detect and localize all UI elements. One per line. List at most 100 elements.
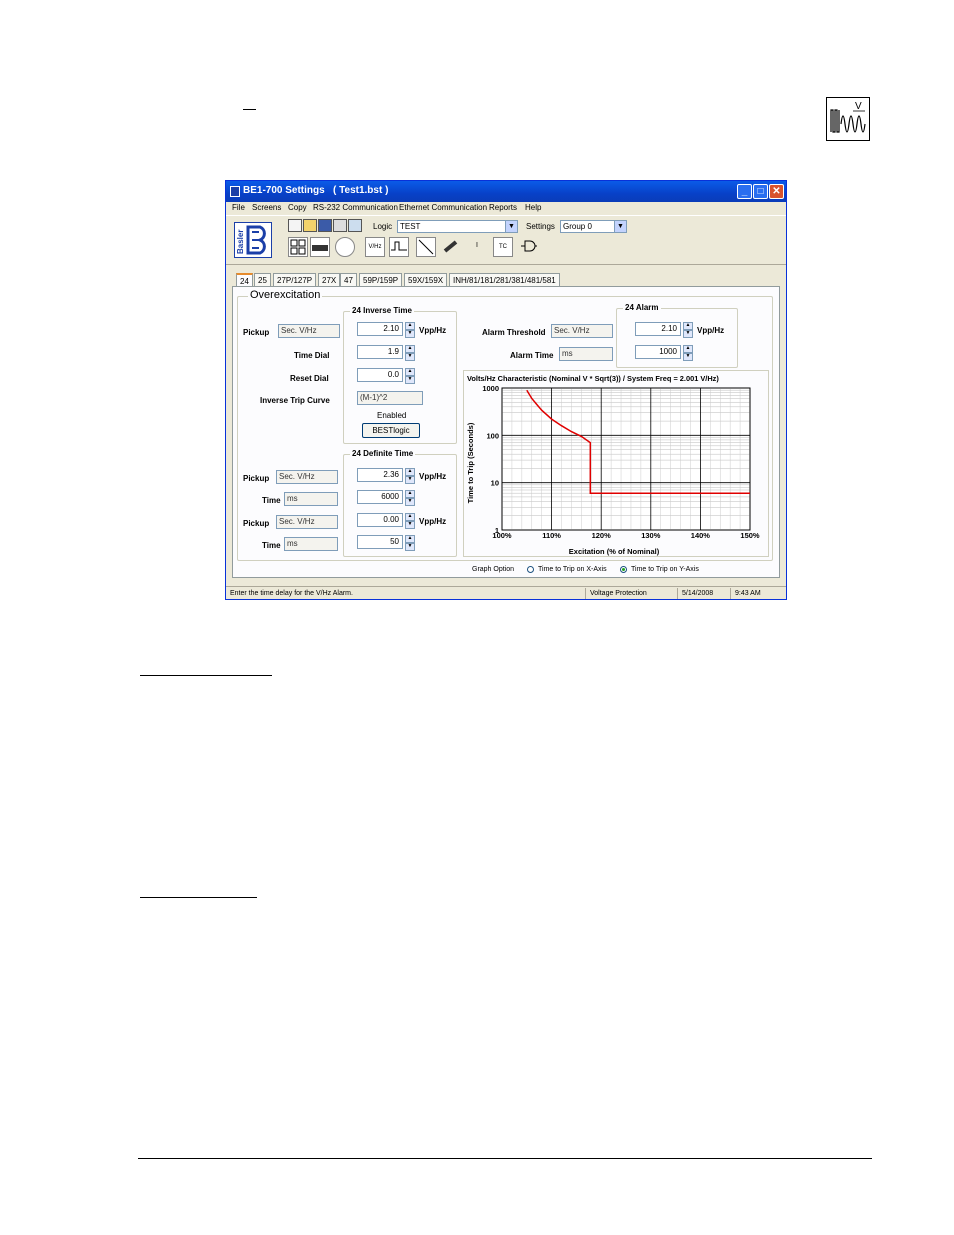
logo-text: Basler bbox=[236, 230, 245, 254]
radio-trip-y-axis-label[interactable]: Time to Trip on Y-Axis bbox=[631, 566, 699, 573]
time-dial-value[interactable]: 1.9 bbox=[357, 345, 403, 359]
logic-select[interactable]: TEST ▼ bbox=[397, 220, 518, 233]
definite-pickup2-spinner[interactable]: ▲ ▼ bbox=[405, 513, 415, 529]
bestlogic-button[interactable]: BESTlogic bbox=[362, 423, 420, 438]
print-preview-icon[interactable] bbox=[348, 219, 362, 232]
x-tick-label: 140% bbox=[691, 531, 711, 540]
volts-per-hertz-icon: V bbox=[826, 97, 870, 141]
tab-27p-127p[interactable]: 27P/127P bbox=[273, 273, 317, 287]
time-dial-spinner[interactable]: ▲ ▼ bbox=[405, 345, 415, 361]
breaker-plug-icon[interactable] bbox=[441, 237, 461, 257]
definite-pickup1-spinner[interactable]: ▲ ▼ bbox=[405, 468, 415, 484]
status-bar: Enter the time delay for the V/Hz Alarm.… bbox=[226, 586, 786, 600]
menu-ethernet[interactable]: Ethernet Communication bbox=[399, 203, 487, 212]
tab-24[interactable]: 24 bbox=[236, 273, 253, 287]
alarm-threshold-label: Alarm Threshold bbox=[482, 328, 546, 337]
alarm-time-unit[interactable]: ms bbox=[559, 347, 613, 361]
definite-time1-unit[interactable]: ms bbox=[284, 492, 338, 506]
definite-pickup2-unit[interactable]: Sec. V/Hz bbox=[276, 515, 338, 529]
trip-close-icon[interactable]: TC bbox=[493, 237, 513, 257]
vhz-protection-icon[interactable]: V/Hz bbox=[365, 237, 385, 257]
tab-inh-81[interactable]: INH/81/181/281/381/481/581 bbox=[449, 273, 560, 287]
x-tick-label: 150% bbox=[740, 531, 760, 540]
definite-time2-spinner[interactable]: ▲ ▼ bbox=[405, 535, 415, 551]
open-folder-icon[interactable] bbox=[303, 219, 317, 232]
definite-time1-value[interactable]: 6000 bbox=[357, 490, 403, 504]
alarm-threshold-unit[interactable]: Sec. V/Hz bbox=[551, 324, 613, 338]
chart-svg: Volts/Hz Characteristic (Nominal V * Sqr… bbox=[466, 374, 760, 556]
settings-group-select[interactable]: Group 0 ▼ bbox=[560, 220, 627, 233]
definite-time2-unit[interactable]: ms bbox=[284, 537, 338, 551]
chevron-down-icon[interactable]: ▼ bbox=[614, 221, 626, 232]
logic-gate-icon[interactable] bbox=[518, 237, 538, 257]
tab-59x-159x[interactable]: 59X/159X bbox=[404, 273, 448, 287]
status-hint: Enter the time delay for the V/Hz Alarm. bbox=[230, 590, 353, 597]
x-tick-label: 130% bbox=[641, 531, 661, 540]
reset-dial-value[interactable]: 0.0 bbox=[357, 368, 403, 382]
definite-pickup1-unit[interactable]: Sec. V/Hz bbox=[276, 470, 338, 484]
inverse-pickup-spinner[interactable]: ▲ ▼ bbox=[405, 322, 415, 338]
time-dial-label: Time Dial bbox=[294, 351, 330, 360]
print-icon[interactable] bbox=[333, 219, 347, 232]
inverse-group-title: 24 Inverse Time bbox=[350, 306, 414, 315]
alarm-threshold-spinner[interactable]: ▲ ▼ bbox=[683, 322, 693, 338]
alarm-threshold-value-unit: Vpp/Hz bbox=[697, 326, 725, 335]
vhz-chart: Volts/Hz Characteristic (Nominal V * Sqr… bbox=[463, 370, 769, 557]
tab-25[interactable]: 25 bbox=[254, 273, 271, 287]
menu-rs232[interactable]: RS-232 Communication bbox=[313, 203, 398, 212]
chart-y-label: Time to Trip (Seconds) bbox=[466, 422, 475, 503]
dial-clock-icon[interactable] bbox=[335, 237, 355, 257]
tab-47[interactable]: 47 bbox=[340, 273, 357, 287]
inverse-trip-curve-select[interactable]: (M-1)^2 bbox=[357, 391, 423, 405]
radio-trip-x-axis[interactable] bbox=[527, 566, 534, 573]
maximize-button[interactable]: □ bbox=[753, 184, 768, 199]
menu-screens[interactable]: Screens bbox=[252, 203, 281, 212]
definite-pickup2-value[interactable]: 0.00 bbox=[357, 513, 403, 527]
alarm-threshold-value[interactable]: 2.10 bbox=[635, 322, 681, 336]
tc-icon-label: TC bbox=[499, 244, 507, 250]
inverse-pickup-value[interactable]: 2.10 bbox=[357, 322, 403, 336]
minimize-button[interactable]: _ bbox=[737, 184, 752, 199]
y-tick-label: 1 bbox=[495, 526, 499, 535]
inverse-trip-curve-label: Inverse Trip Curve bbox=[260, 396, 330, 405]
footer-rule bbox=[138, 1158, 872, 1159]
y-tick-label: 1000 bbox=[482, 384, 499, 393]
waveform-icon[interactable] bbox=[389, 237, 409, 257]
save-disk-icon[interactable] bbox=[318, 219, 332, 232]
menu-file[interactable]: File bbox=[232, 203, 245, 212]
settings-window: BE1-700 Settings ( Test1.bst ) _ □ ✕ Fil… bbox=[225, 180, 787, 600]
radio-trip-y-axis[interactable] bbox=[620, 566, 627, 573]
metering-grid-icon[interactable] bbox=[288, 237, 308, 257]
tab-59p-159p[interactable]: 59P/159P bbox=[359, 273, 403, 287]
close-button[interactable]: ✕ bbox=[769, 184, 784, 199]
chevron-down-icon[interactable]: ▼ bbox=[505, 221, 517, 232]
alarm-time-spinner[interactable]: ▲ ▼ bbox=[683, 345, 693, 361]
current-switch-icon[interactable]: I bbox=[467, 237, 487, 257]
radio-trip-x-axis-label[interactable]: Time to Trip on X-Axis bbox=[538, 566, 607, 573]
chart-title: Volts/Hz Characteristic (Nominal V * Sqr… bbox=[467, 374, 719, 383]
definite-time2-value[interactable]: 50 bbox=[357, 535, 403, 549]
relay-device-icon[interactable] bbox=[310, 237, 330, 257]
alarm-time-label: Alarm Time bbox=[510, 351, 554, 360]
menu-copy[interactable]: Copy bbox=[288, 203, 307, 212]
new-file-icon[interactable] bbox=[288, 219, 302, 232]
time-curve-icon[interactable] bbox=[416, 237, 436, 257]
current-icon-label: I bbox=[476, 242, 478, 249]
definite-pickup1-value[interactable]: 2.36 bbox=[357, 468, 403, 482]
menu-reports[interactable]: Reports bbox=[489, 203, 517, 212]
inverse-pickup-unit[interactable]: Sec. V/Hz bbox=[278, 324, 340, 338]
menu-help[interactable]: Help bbox=[525, 203, 541, 212]
alarm-time-value[interactable]: 1000 bbox=[635, 345, 681, 359]
tab-panel-24: Overexcitation Pickup Sec. V/Hz Time Dia… bbox=[232, 286, 780, 578]
window-title: BE1-700 Settings ( Test1.bst ) bbox=[243, 185, 389, 196]
definite-time1-label: Time bbox=[262, 496, 281, 505]
title-bar[interactable]: BE1-700 Settings ( Test1.bst ) _ □ ✕ bbox=[226, 181, 786, 202]
logic-value: TEST bbox=[400, 222, 421, 231]
basler-logo: Basler bbox=[234, 222, 272, 258]
status-time: 9:43 AM bbox=[730, 588, 787, 599]
tab-27x[interactable]: 27X bbox=[318, 273, 341, 287]
definite-time2-label: Time bbox=[262, 541, 281, 550]
settings-label: Settings bbox=[526, 222, 555, 231]
reset-dial-spinner[interactable]: ▲ ▼ bbox=[405, 368, 415, 384]
definite-time1-spinner[interactable]: ▲ ▼ bbox=[405, 490, 415, 506]
